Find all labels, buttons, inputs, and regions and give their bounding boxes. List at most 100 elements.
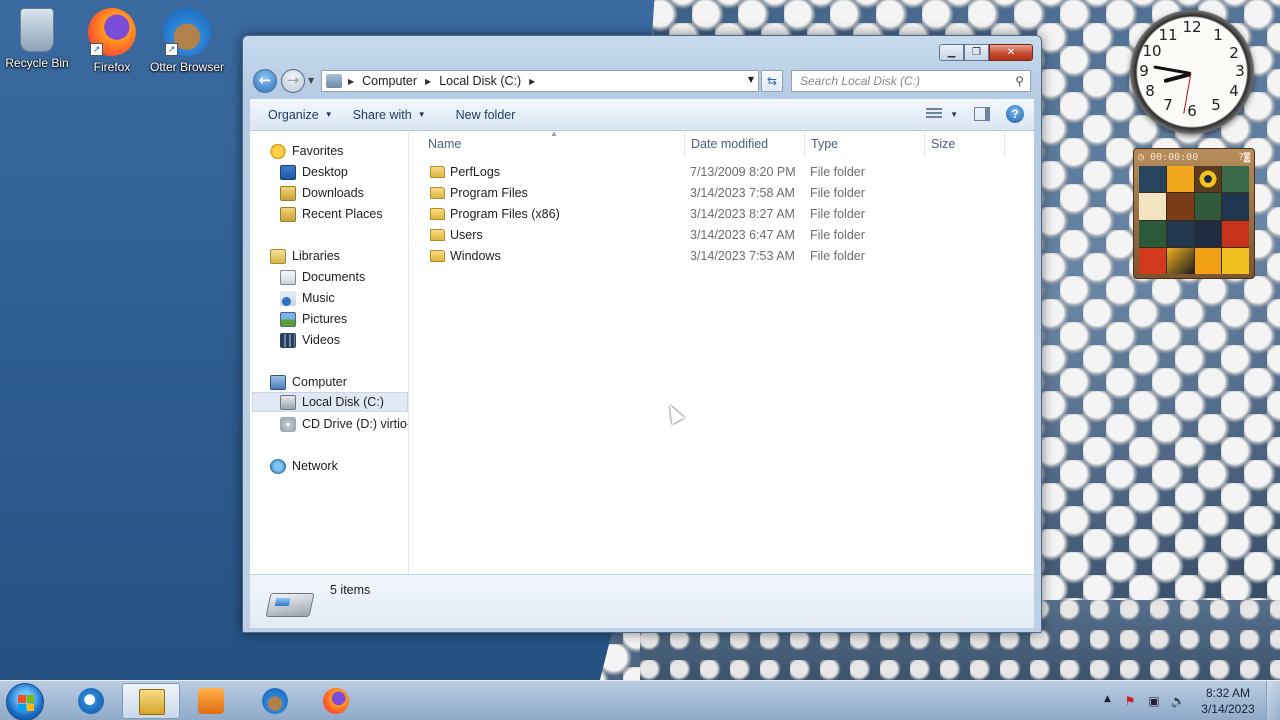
nav-desktop[interactable]: Desktop <box>280 162 348 182</box>
close-button[interactable]: ✕ <box>989 44 1033 61</box>
puzzle-tile[interactable] <box>1139 193 1166 220</box>
puzzle-tile[interactable] <box>1194 193 1222 220</box>
desktop-icon-firefox[interactable]: ↗ Firefox <box>75 2 149 75</box>
action-center-icon[interactable]: ⚑ <box>1122 693 1138 709</box>
taskbar-media-player[interactable] <box>182 683 240 719</box>
taskbar-otter-browser[interactable] <box>246 683 304 719</box>
network-status-icon[interactable]: ▣ <box>1146 693 1162 709</box>
desktop-icon-otter-browser[interactable]: ↗ Otter Browser <box>150 2 224 75</box>
maximize-button[interactable]: ❐ <box>964 44 989 61</box>
column-header-size[interactable]: Size <box>925 131 1005 157</box>
folder-icon <box>430 208 445 220</box>
nav-downloads[interactable]: Downloads <box>280 183 364 203</box>
puzzle-controls-icon[interactable]: ?◙ <box>1238 151 1250 165</box>
otter-browser-icon <box>262 688 288 714</box>
clock-number: 10 <box>1142 42 1162 60</box>
column-header-type[interactable]: Type <box>805 131 925 157</box>
organize-button[interactable]: Organize ▼ <box>250 99 343 130</box>
puzzle-tile[interactable] <box>1222 166 1249 193</box>
puzzle-tile[interactable] <box>1222 247 1249 274</box>
puzzle-tile[interactable] <box>1139 166 1166 193</box>
nav-network[interactable]: Network <box>270 456 338 476</box>
recent-pages-dropdown[interactable]: ▼ <box>308 76 314 85</box>
minimize-button[interactable]: ▁ <box>939 44 964 61</box>
puzzle-tile[interactable] <box>1194 166 1222 193</box>
puzzle-grid[interactable] <box>1139 166 1249 274</box>
show-desktop-button[interactable] <box>1266 681 1280 720</box>
nav-libraries[interactable]: Libraries <box>270 246 340 266</box>
help-icon[interactable]: ? <box>1006 105 1024 123</box>
nav-local-disk[interactable]: Local Disk (C:) <box>252 392 408 412</box>
navigation-pane: Favorites Desktop Downloads Recent Place… <box>250 131 409 574</box>
breadcrumb-local-disk[interactable]: Local Disk (C:) <box>439 74 521 88</box>
table-row[interactable]: Program Files (x86) 3/14/2023 8:27 AM Fi… <box>410 204 1030 225</box>
table-row[interactable]: Program Files 3/14/2023 7:58 AM File fol… <box>410 183 1030 204</box>
refresh-button[interactable]: ⇆ <box>761 70 783 92</box>
clock-gadget[interactable]: 12 1 2 3 4 5 6 7 8 9 10 11 <box>1130 10 1254 134</box>
puzzle-tile[interactable] <box>1166 166 1194 193</box>
address-bar[interactable]: ▶ Computer ▶ Local Disk (C:) ▶ ▼ <box>321 70 759 92</box>
nav-favorites[interactable]: Favorites <box>270 141 343 161</box>
folder-icon <box>430 229 445 241</box>
breadcrumb-computer[interactable]: Computer <box>362 74 417 88</box>
notification-area: ▲ ⚑ ▣ 🔈 8:32 AM 3/14/2023 <box>1090 681 1280 720</box>
nav-cd-drive[interactable]: CD Drive (D:) virtio-win <box>280 414 408 434</box>
start-button[interactable] <box>6 683 44 720</box>
address-dropdown-icon[interactable]: ▼ <box>748 75 754 84</box>
back-button[interactable]: ← <box>253 69 277 93</box>
puzzle-tile[interactable] <box>1194 220 1222 247</box>
volume-muted-icon[interactable]: 🔈 <box>1170 693 1186 709</box>
share-with-button[interactable]: Share with ▼ <box>343 99 436 130</box>
chevron-down-icon: ▼ <box>324 110 333 119</box>
file-type: File folder <box>810 186 865 200</box>
column-header-name[interactable]: Name ▲ <box>410 129 685 157</box>
show-hidden-icons-button[interactable]: ▲ <box>1104 694 1111 704</box>
firefox-icon <box>323 688 349 714</box>
nav-label: Pictures <box>302 312 348 326</box>
desktop-icon <box>280 164 296 180</box>
desktop-icon-recycle-bin[interactable]: Recycle Bin <box>0 2 74 71</box>
preview-pane-icon[interactable] <box>974 107 990 121</box>
minute-hand <box>1153 65 1192 75</box>
puzzle-tile[interactable] <box>1222 193 1249 220</box>
puzzle-tile[interactable] <box>1194 247 1222 274</box>
desktop-icon-label: Firefox <box>93 60 131 74</box>
puzzle-tile[interactable] <box>1166 193 1194 220</box>
nav-recent-places[interactable]: Recent Places <box>280 204 383 224</box>
change-view-button[interactable]: ▼ <box>926 108 958 120</box>
nav-computer[interactable]: Computer <box>270 372 347 392</box>
search-input[interactable]: Search Local Disk (C:) ⚲ <box>791 70 1031 92</box>
taskbar-internet-explorer[interactable] <box>62 683 120 719</box>
table-row[interactable]: Users 3/14/2023 6:47 AM File folder <box>410 225 1030 246</box>
taskbar-firefox[interactable] <box>307 683 365 719</box>
table-row[interactable]: Windows 3/14/2023 7:53 AM File folder <box>410 246 1030 267</box>
puzzle-tile[interactable] <box>1166 220 1194 247</box>
file-name: PerfLogs <box>450 165 501 179</box>
nav-label: Music <box>302 291 335 305</box>
nav-label: Local Disk (C:) <box>302 395 384 409</box>
nav-videos[interactable]: Videos <box>280 330 340 350</box>
taskbar-windows-explorer[interactable] <box>122 683 180 719</box>
explorer-window[interactable]: ▁ ❐ ✕ ← → ▼ ▶ Computer ▶ Local Disk (C:)… <box>242 35 1042 633</box>
nav-documents[interactable]: Documents <box>280 267 365 287</box>
star-icon <box>270 143 286 159</box>
puzzle-tile[interactable] <box>1139 220 1166 247</box>
sort-ascending-icon: ▲ <box>550 129 558 138</box>
chevron-right-icon[interactable]: ▶ <box>529 77 535 86</box>
chevron-right-icon[interactable]: ▶ <box>348 77 354 86</box>
puzzle-tile[interactable] <box>1166 247 1194 274</box>
organize-label: Organize <box>268 107 319 122</box>
puzzle-tile[interactable] <box>1222 220 1249 247</box>
column-header-date-modified[interactable]: Date modified <box>685 131 805 157</box>
nav-pictures[interactable]: Pictures <box>280 309 347 329</box>
new-folder-button[interactable]: New folder <box>436 99 526 130</box>
nav-music[interactable]: Music <box>280 288 335 308</box>
otter-browser-icon: ↗ <box>163 8 211 56</box>
taskbar-clock[interactable]: 8:32 AM 3/14/2023 <box>1196 685 1260 717</box>
chevron-right-icon[interactable]: ▶ <box>425 77 431 86</box>
forward-button[interactable]: → <box>281 69 305 93</box>
puzzle-tile[interactable] <box>1139 247 1166 274</box>
picture-puzzle-gadget[interactable]: ◷ 00:00:00 ?◙ <box>1133 148 1255 279</box>
clock-number: 8 <box>1145 82 1155 100</box>
table-row[interactable]: PerfLogs 7/13/2009 8:20 PM File folder <box>410 162 1030 183</box>
